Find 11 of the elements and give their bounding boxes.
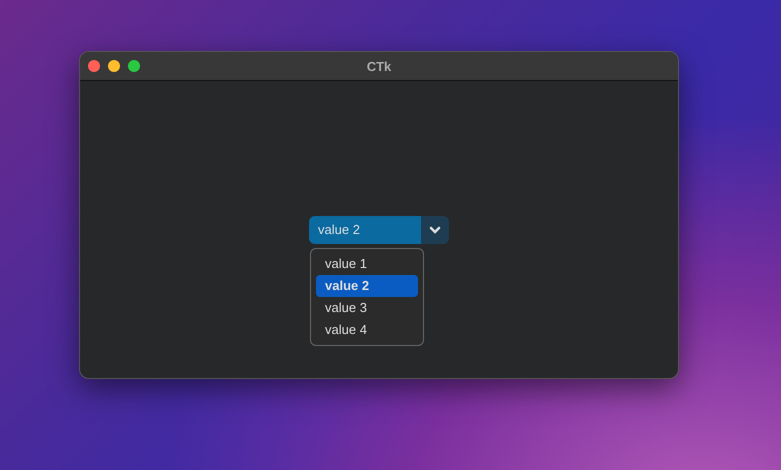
close-button[interactable] [88,60,100,72]
menu-item[interactable]: value 4 [316,318,418,340]
window-title: CTk [366,58,392,74]
combobox-field[interactable]: value 2 [309,216,421,244]
dropdown-button[interactable] [421,216,449,244]
minimize-button[interactable] [108,60,120,72]
menu-item[interactable]: value 2 [316,274,418,296]
menu-item[interactable]: value 3 [316,296,418,318]
chevron-icon [429,226,441,234]
menu-item[interactable]: value 1 [316,252,418,274]
zoom-button[interactable] [128,60,140,72]
